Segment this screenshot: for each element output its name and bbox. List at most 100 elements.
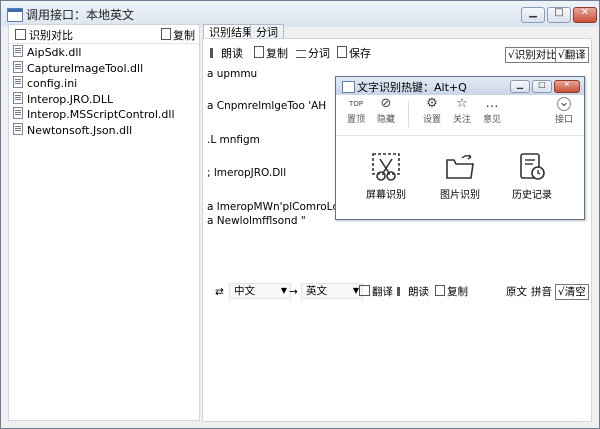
source-language-select[interactable]: 中文 ▼ [229, 283, 291, 299]
segment-icon [296, 50, 306, 58]
app-icon [7, 8, 23, 22]
file-name: Interop.JRO.DLL [27, 92, 114, 106]
file-icon [13, 76, 23, 88]
close-icon: ✕ [580, 7, 590, 18]
file-name: CaptureImageTool.dll [27, 61, 144, 75]
screen-ocr-button[interactable]: 屏幕识别 [356, 152, 416, 201]
close-button[interactable]: ✕ [573, 7, 597, 23]
popup-close-button[interactable]: ✕ [554, 80, 580, 93]
compare-toggle[interactable]: 识别对比 [15, 27, 73, 43]
compare-label: 识别对比 [29, 29, 73, 42]
image-ocr-label: 图片识别 [440, 190, 480, 201]
result-line: a CnpmrelmlgeToo 'AH [207, 100, 327, 112]
list-item[interactable]: CaptureImageTool.dll [13, 60, 175, 77]
maximize-icon: □ [538, 80, 546, 89]
screen-ocr-label: 屏幕识别 [366, 190, 406, 201]
top-icon: TOP [348, 100, 363, 108]
image-ocr-button[interactable]: 图片识别 [430, 152, 490, 201]
speaker-icon [397, 287, 406, 296]
maximize-icon: □ [554, 7, 564, 18]
history-icon [520, 153, 545, 180]
clear-button[interactable]: √清空 [555, 284, 589, 300]
swap-icon[interactable]: ⇄ [215, 285, 224, 299]
file-icon [13, 60, 23, 73]
popup-title: 文字识别热键：Alt+Q [357, 81, 467, 94]
settings-button[interactable]: ⚙ 设置 [418, 96, 446, 126]
settings-icon: ⚙ [426, 96, 438, 111]
read-translation-label: 朗读 [408, 286, 429, 298]
result-line: .L mnfigm [207, 134, 260, 146]
chevron-down-icon: ▼ [280, 286, 287, 295]
history-label: 历史记录 [512, 190, 552, 201]
maximize-button[interactable]: □ [547, 7, 571, 23]
save-button[interactable]: 保存 [337, 46, 371, 62]
target-language-value: 英文 [306, 285, 327, 297]
arrow-label: → [289, 286, 298, 298]
hotkey-popup: 文字识别热键：Alt+Q ▁ □ ✕ TOP 置顶 ⊘ 隐藏 ⚙ 设置 ☆ 关注 … 意见… [335, 76, 585, 220]
original-text-button[interactable]: 原文 [506, 285, 527, 299]
translate-label: 翻译 [372, 286, 393, 298]
star-icon: ☆ [456, 96, 468, 111]
minimize-icon: ▁ [529, 7, 537, 18]
copy-label: 复制 [173, 29, 195, 42]
copy-translation-button[interactable]: 复制 [435, 285, 468, 299]
file-icon [13, 45, 23, 57]
history-button[interactable]: 历史记录 [502, 152, 562, 201]
hide-icon: ⊘ [380, 96, 392, 111]
file-list-panel: 识别对比 复制 AipSdk.dll CaptureImageTool.dll … [8, 24, 200, 421]
file-name: config.ini [27, 77, 78, 90]
segment-label: 分词 [308, 47, 330, 60]
read-button[interactable]: 朗读 [210, 46, 243, 62]
file-name: Interop.MSScriptControl.dll [27, 108, 175, 121]
top-label: 置顶 [346, 115, 365, 125]
follow-label: 关注 [452, 115, 471, 125]
read-translation-button[interactable]: 朗读 [397, 285, 429, 299]
popup-maximize-button[interactable]: □ [532, 80, 552, 93]
copy-translation-label: 复制 [447, 286, 468, 298]
read-label: 朗读 [221, 47, 243, 60]
compare-toggle-button[interactable]: √识别对比 [505, 47, 560, 63]
translate-button[interactable]: 翻译 [359, 285, 393, 299]
feedback-icon: … [485, 96, 499, 111]
list-item[interactable]: Interop.MSScriptControl.dll [13, 107, 175, 123]
list-item[interactable]: Newtonsoft.Json.dll [13, 122, 175, 139]
file-list: AipSdk.dll CaptureImageTool.dll config.i… [13, 45, 175, 138]
copy-label: 复制 [266, 47, 288, 60]
segment-button[interactable]: 分词 [296, 46, 330, 62]
save-icon [337, 46, 347, 58]
pinyin-button[interactable]: 拼音 [531, 285, 552, 299]
popup-minimize-button[interactable]: ▁ [510, 80, 530, 93]
follow-button[interactable]: ☆ 关注 [448, 96, 476, 126]
left-copy-button[interactable]: 复制 [161, 27, 195, 43]
top-button[interactable]: TOP 置顶 [342, 97, 370, 125]
translate-icon [359, 285, 370, 296]
result-line: a lmeropMWn'plComroLdH [207, 201, 348, 213]
list-item[interactable]: Interop.JRO.DLL [13, 91, 175, 108]
interface-button[interactable]: ⌄ 接口 [550, 96, 578, 125]
result-line: a upmmu [207, 68, 258, 80]
folder-icon [446, 154, 474, 179]
speaker-icon [210, 48, 219, 58]
file-icon [13, 107, 23, 119]
copy-icon [435, 285, 445, 296]
feedback-button[interactable]: … 意见 [478, 96, 506, 126]
left-toolbar: 识别对比 复制 [9, 25, 199, 44]
file-icon [13, 91, 23, 104]
copy-button[interactable]: 复制 [254, 46, 288, 62]
close-icon: ✕ [563, 80, 571, 89]
target-language-select[interactable]: 英文 ▼ [301, 283, 363, 299]
compare-icon [15, 29, 26, 40]
list-item[interactable]: config.ini [13, 76, 175, 92]
result-line: ; lmeropJRO.Dll [207, 167, 287, 179]
minimize-icon: ▁ [516, 80, 524, 89]
translate-toggle-button[interactable]: √翻译 [555, 47, 589, 63]
hide-button[interactable]: ⊘ 隐藏 [372, 96, 400, 126]
popup-app-icon [342, 81, 355, 93]
feedback-label: 意见 [482, 115, 501, 125]
file-name: Newtonsoft.Json.dll [27, 123, 133, 137]
minimize-button[interactable]: ▁ [521, 7, 545, 23]
list-item[interactable]: AipSdk.dll [13, 45, 175, 61]
popup-title-bar: 文字识别热键：Alt+Q ▁ □ ✕ [336, 77, 584, 95]
window-title: 调用接口：本地英文 [26, 8, 135, 22]
save-label: 保存 [349, 47, 371, 60]
